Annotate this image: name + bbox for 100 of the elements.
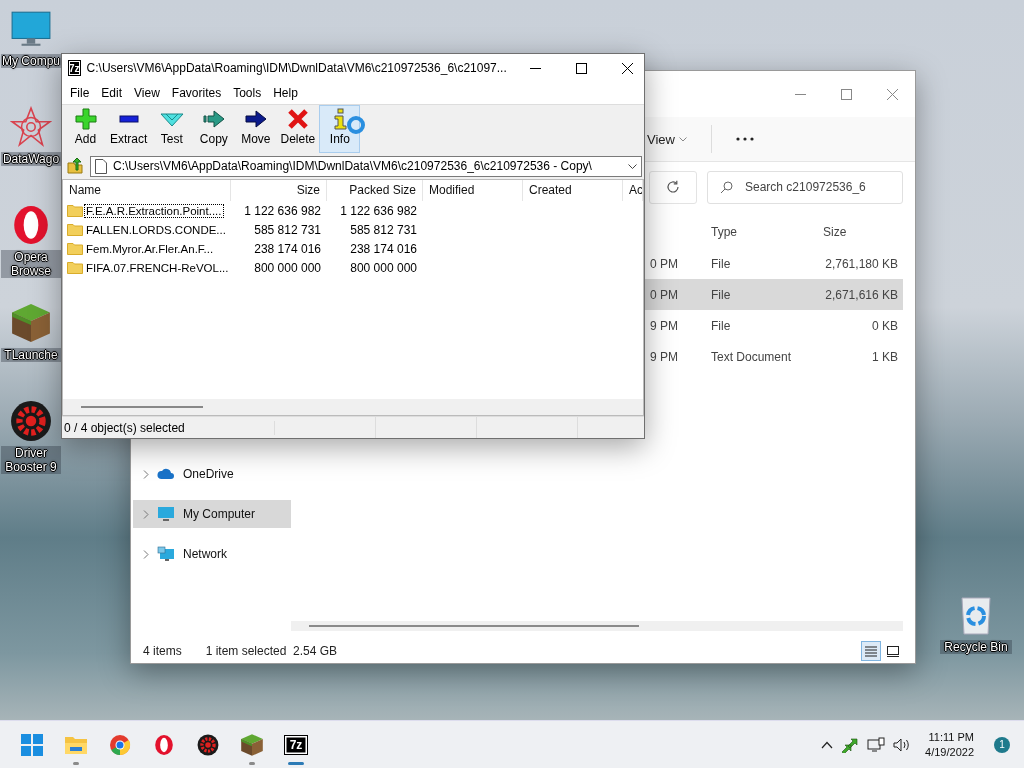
cloud-icon [157, 468, 175, 480]
window-title: C:\Users\VM6\AppData\Roaming\IDM\DwnlData\VM6\c210972536_6\c21097... [86, 61, 507, 75]
nav-item-label: Network [183, 547, 227, 561]
table-cell-text: 9 PM [649, 318, 679, 333]
column-header[interactable]: Type [706, 225, 818, 239]
nav-item-label: OneDrive [183, 467, 234, 481]
windows-logo-icon [21, 733, 43, 756]
menu-item[interactable]: View [128, 86, 166, 100]
taskbar-app-button[interactable]: 7z [274, 722, 318, 767]
running-indicator [288, 761, 304, 765]
menu-item[interactable]: Edit [95, 86, 129, 100]
chevron-down-icon [678, 136, 687, 142]
file-name[interactable]: FIFA.07.FRENCH-ReVOL... [85, 261, 230, 274]
table-cell-text: 238 174 016 [349, 241, 418, 256]
table-cell-text: 0 PM [649, 256, 679, 271]
x-icon [286, 108, 309, 130]
file-row[interactable]: 9 PM Text Document 1 KB [645, 341, 903, 372]
double-arrow-icon[interactable] [841, 736, 860, 753]
grass-block-icon [240, 732, 264, 757]
search-field[interactable]: Search c210972536_6 [707, 170, 903, 204]
table-cell-text: File [710, 287, 732, 302]
table-cell-text: Text Document [710, 349, 793, 364]
busy-cursor-icon [346, 115, 366, 135]
file-name[interactable]: F.E.A.R.Extraction.Point.... [85, 204, 223, 217]
column-header[interactable]: Size [818, 225, 903, 239]
file-icon [95, 158, 107, 174]
desktop-icon-label[interactable]: Recycle Bin [940, 640, 1012, 654]
nav-item[interactable]: OneDrive [133, 460, 291, 488]
menu-item[interactable]: Help [267, 86, 304, 100]
recycle-bin-icon [959, 596, 993, 636]
folder-icon [67, 242, 83, 255]
app-logo: 7z [284, 734, 308, 755]
file-row[interactable]: 0 PM File 2,671,616 KB [645, 279, 903, 310]
file-name[interactable]: FALLEN.LORDS.CONDE... [85, 223, 227, 236]
preview-icon [887, 645, 899, 657]
chevron-up-icon[interactable] [821, 740, 834, 749]
running-indicator [249, 761, 255, 765]
folder-icon [67, 261, 83, 274]
folder-icon [64, 734, 88, 755]
info-icon [331, 108, 348, 130]
path-field[interactable]: C:\Users\VM6\AppData\Roaming\IDM\DwnlData\VM6\c210972536_6\c210972536 - Copy\ [90, 155, 642, 177]
running-indicator [73, 761, 79, 765]
item-count: 4 items [143, 644, 182, 658]
app-logo: 7z [68, 60, 81, 76]
folder-icon [67, 204, 83, 217]
network-icon [157, 546, 175, 562]
column-header[interactable]: Size [231, 180, 327, 201]
desktop-icon-label[interactable]: Driver Booster 9 [1, 446, 61, 474]
plus-icon [74, 108, 97, 130]
toolbar-button[interactable]: Extract [107, 105, 151, 153]
column-header[interactable]: Packed Size [327, 180, 423, 201]
status-text: 0 / 4 object(s) selected [62, 420, 275, 435]
file-row[interactable]: 0 PM File 2,761,180 KB [645, 248, 903, 279]
notification-badge[interactable]: 1 [994, 736, 1010, 753]
refresh-button[interactable] [649, 170, 697, 204]
column-header[interactable]: Created [523, 180, 623, 201]
file-row[interactable]: 9 PM File 0 KB [645, 310, 903, 341]
toolbar-button[interactable]: Info [319, 105, 361, 153]
table-cell-text: 800 000 000 [349, 260, 418, 275]
file-name[interactable]: Fem.Myror.Ar.Fler.An.F... [85, 242, 215, 255]
list-icon [865, 645, 877, 657]
toolbar-button[interactable]: Test [151, 105, 193, 153]
column-header[interactable]: Ac [623, 180, 643, 201]
toolbar-button[interactable]: Add [65, 105, 106, 153]
maximize-icon [576, 62, 588, 74]
nav-item[interactable]: My Computer [133, 500, 291, 528]
selection-info: 1 item selected 2.54 GB [205, 644, 338, 658]
table-cell-text: 585 812 731 [253, 222, 322, 237]
clock-date[interactable]: 4/19/2022 [925, 744, 974, 760]
menu-item[interactable]: Favorites [165, 86, 228, 100]
table-cell-text: 2,761,180 KB [824, 256, 899, 271]
chevron-right-icon [143, 549, 149, 559]
speaker-icon[interactable] [893, 736, 912, 753]
menu-item[interactable]: Tools [227, 86, 268, 100]
table-cell-text: 1 122 636 982 [339, 203, 418, 218]
table-cell-text: 1 122 636 982 [243, 203, 322, 218]
refresh-icon [666, 180, 680, 194]
close-icon [622, 62, 634, 74]
folder-icon [67, 223, 83, 236]
search-input[interactable]: Search c210972536_6 [743, 179, 897, 195]
search-icon [720, 180, 733, 194]
column-header[interactable]: Name [63, 180, 231, 201]
gear-icon [197, 733, 219, 756]
network-icon[interactable] [867, 736, 886, 753]
nav-item[interactable]: Network [133, 540, 291, 568]
table-cell-text: 238 174 016 [253, 241, 322, 256]
table-cell-text: 9 PM [649, 349, 679, 364]
up-folder-button[interactable] [66, 157, 84, 175]
close-icon [886, 88, 898, 100]
toolbar-button[interactable]: Delete [277, 105, 319, 153]
table-cell-text: 585 812 731 [349, 222, 418, 237]
clock-time[interactable]: 11:11 PM [928, 729, 974, 745]
table-cell-text: 800 000 000 [253, 260, 322, 275]
toolbar-button[interactable]: Move [235, 105, 277, 153]
toolbar-button[interactable]: Copy [193, 105, 235, 153]
column-header[interactable]: Modified [423, 180, 523, 201]
grass-block-icon [10, 302, 52, 344]
chevron-right-icon [143, 509, 149, 519]
arrow-right-icon [201, 108, 226, 130]
menu-item[interactable]: File [64, 86, 96, 100]
